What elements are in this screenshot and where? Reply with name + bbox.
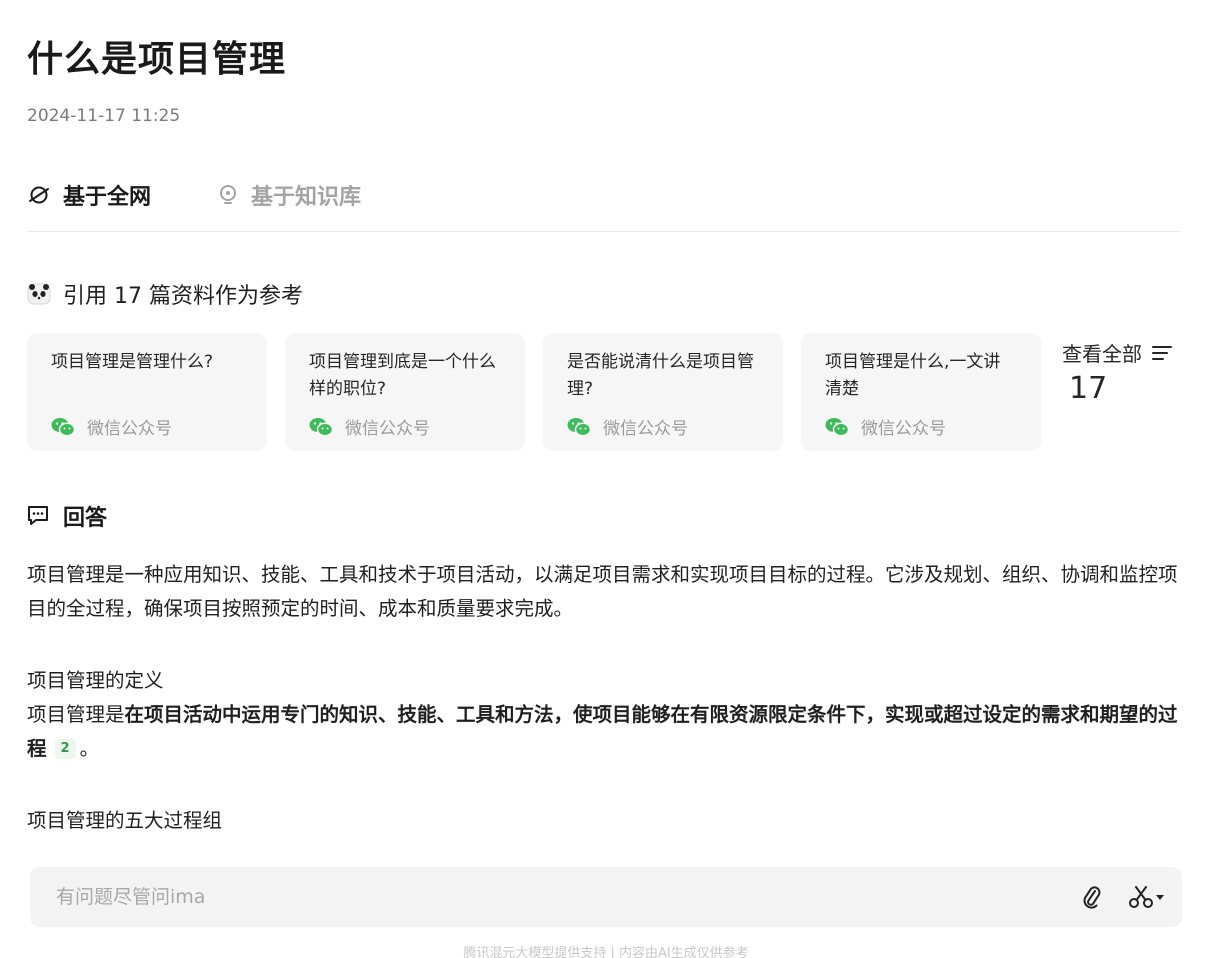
reference-card-title: 是否能说清什么是项目管理? bbox=[567, 352, 754, 399]
paperclip-icon bbox=[1083, 886, 1101, 909]
citation-badge[interactable]: 2 bbox=[54, 739, 76, 759]
footer-disclaimer: 腾讯混元大模型提供支持 | 内容由AI生成仅供参考 bbox=[463, 946, 749, 958]
timestamp: 2024-11-17 11:25 bbox=[27, 106, 181, 126]
tab-knowledge-base-label: 基于知识库 bbox=[251, 185, 362, 210]
panda-icon bbox=[27, 283, 51, 305]
definition-bold: 在项目活动中运用专门的知识、技能、工具和方法，使项目能够在有限资源限定条件下，实… bbox=[27, 703, 1178, 760]
caret-down-icon bbox=[1156, 895, 1164, 900]
reference-card-source: 微信公众号 bbox=[567, 414, 688, 439]
globe-orbit-icon bbox=[29, 186, 49, 204]
view-all-label: 查看全部 bbox=[1062, 342, 1142, 366]
wechat-icon bbox=[567, 417, 591, 436]
definition-suffix: 。 bbox=[79, 737, 100, 760]
answer-intro: 项目管理是一种应用知识、技能、工具和技术于项目活动，以满足项目需求和实现项目目标… bbox=[27, 563, 1178, 620]
attachment-button[interactable] bbox=[1082, 885, 1102, 909]
source-tabs: 基于全网 基于知识库 bbox=[27, 176, 1180, 232]
answer-heading: 回答 bbox=[27, 500, 107, 532]
wechat-icon bbox=[309, 417, 333, 436]
view-all-label-row: 查看全部 bbox=[1062, 338, 1172, 367]
reference-card-source: 微信公众号 bbox=[309, 414, 430, 439]
chat-bubble-icon bbox=[28, 506, 48, 525]
scissors-icon bbox=[1129, 886, 1153, 908]
lightbulb-icon bbox=[220, 185, 237, 204]
definition-heading: 项目管理的定义 bbox=[27, 669, 164, 692]
tab-knowledge-base[interactable]: 基于知识库 bbox=[217, 176, 361, 214]
reference-card[interactable]: 项目管理到底是一个什么样的职位? 微信公众号 bbox=[285, 333, 525, 451]
reference-card[interactable]: 是否能说清什么是项目管理? 微信公众号 bbox=[543, 333, 783, 451]
tab-web-label: 基于全网 bbox=[63, 185, 152, 210]
reference-card[interactable]: 项目管理是管理什么? 微信公众号 bbox=[27, 333, 267, 451]
definition-prefix: 项目管理是 bbox=[27, 703, 125, 726]
list-icon bbox=[1152, 345, 1172, 360]
definition-paragraph: 项目管理是在项目活动中运用专门的知识、技能、工具和方法，使项目能够在有限资源限定… bbox=[27, 698, 1183, 766]
reference-card-title: 项目管理是管理什么? bbox=[51, 352, 214, 372]
references-heading: 引用 17 篇资料作为参考 bbox=[27, 278, 303, 310]
reference-cards: 项目管理是管理什么? 微信公众号 项目管理到底是一个什么样的职位? 微信公众号 … bbox=[27, 333, 1059, 451]
answer-body: 项目管理是一种应用知识、技能、工具和技术于项目活动，以满足项目需求和实现项目目标… bbox=[27, 558, 1183, 838]
answer-heading-text: 回答 bbox=[63, 506, 108, 531]
reference-card-source-label: 微信公众号 bbox=[603, 419, 688, 439]
wechat-icon bbox=[51, 417, 75, 436]
reference-card-source: 微信公众号 bbox=[825, 414, 946, 439]
reference-card-title: 项目管理是什么,一文讲清楚 bbox=[825, 352, 1001, 399]
process-heading: 项目管理的五大过程组 bbox=[27, 809, 223, 832]
tools-dropdown-button[interactable] bbox=[1128, 885, 1166, 909]
reference-card-source-label: 微信公众号 bbox=[345, 419, 430, 439]
tab-web[interactable]: 基于全网 bbox=[27, 176, 151, 214]
wechat-icon bbox=[825, 417, 849, 436]
reference-card-title: 项目管理到底是一个什么样的职位? bbox=[309, 352, 496, 399]
question-input[interactable] bbox=[54, 885, 1082, 909]
question-input-bar bbox=[30, 867, 1182, 927]
page-title: 什么是项目管理 bbox=[27, 39, 287, 80]
view-all-references-button[interactable]: 查看全部 17 bbox=[1062, 338, 1172, 406]
view-all-count: 17 bbox=[1069, 371, 1108, 406]
references-heading-text: 引用 17 篇资料作为参考 bbox=[63, 284, 303, 309]
reference-card-source-label: 微信公众号 bbox=[861, 419, 946, 439]
reference-card-source-label: 微信公众号 bbox=[87, 419, 172, 439]
reference-card[interactable]: 项目管理是什么,一文讲清楚 微信公众号 bbox=[801, 333, 1041, 451]
reference-card-source: 微信公众号 bbox=[51, 414, 172, 439]
page: 什么是项目管理 2024-11-17 11:25 基于全网 基于知识库 引用 1… bbox=[0, 0, 1220, 958]
